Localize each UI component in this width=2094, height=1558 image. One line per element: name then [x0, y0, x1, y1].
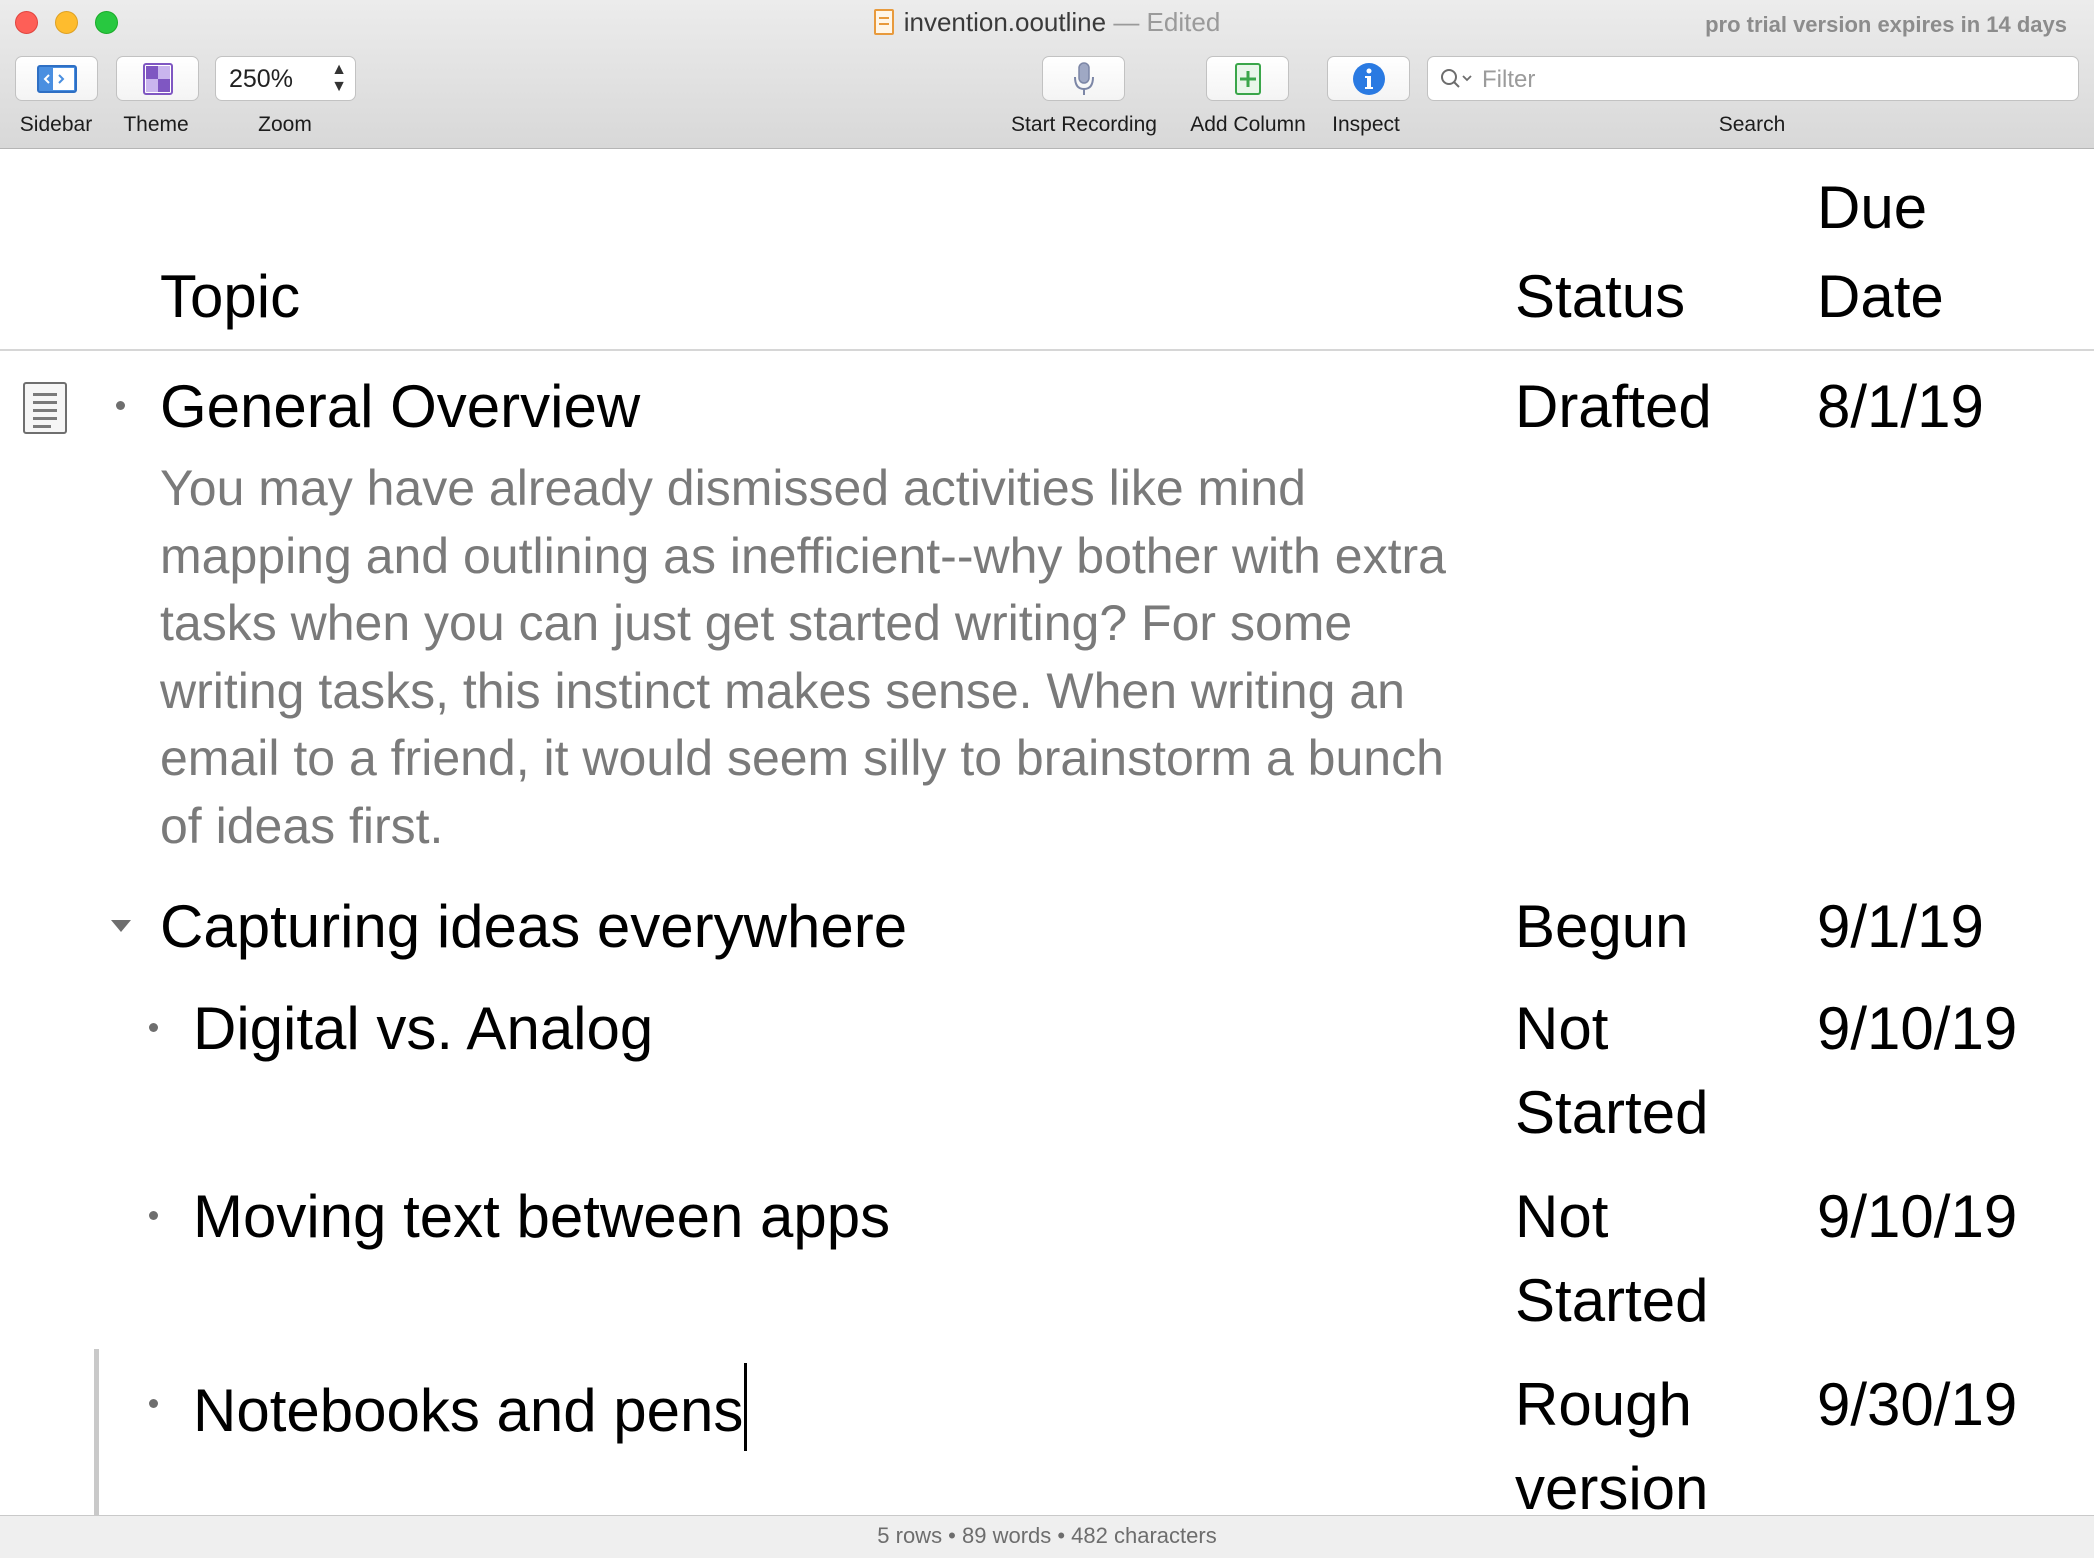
note-icon[interactable] — [23, 382, 67, 434]
row-topic[interactable]: Digital vs. Analog — [193, 987, 653, 1071]
text-cursor — [744, 1363, 748, 1451]
row-topic-editing[interactable]: Notebooks and pens — [193, 1363, 748, 1453]
bullet-icon[interactable] — [149, 1023, 158, 1032]
search-input[interactable] — [1480, 63, 2064, 96]
add-column-button[interactable] — [1206, 56, 1289, 101]
row-status[interactable]: Begun — [1515, 885, 1689, 969]
inspect-label: Inspect — [1332, 113, 1400, 136]
outline-view[interactable]: Topic Status Due Date General Overview D… — [0, 149, 2094, 1515]
row-status[interactable]: Drafted — [1515, 365, 1712, 449]
row-topic[interactable]: Notebooks and pens — [193, 1377, 743, 1444]
toolbar: invention.ooutline — Edited pro trial ve… — [0, 0, 2094, 149]
sidebar-button[interactable] — [15, 56, 98, 101]
document-stats: 5 rows • 89 words • 482 characters — [877, 1523, 1217, 1548]
start-recording-button[interactable] — [1042, 56, 1125, 101]
document-icon — [873, 9, 894, 35]
column-header-status[interactable]: Status — [1515, 253, 1685, 341]
search-field[interactable] — [1427, 56, 2079, 101]
selection-indicator — [94, 1349, 99, 1515]
zoom-label: Zoom — [258, 113, 312, 136]
row-due-date[interactable]: 9/1/19 — [1817, 885, 1984, 969]
inspect-button[interactable] — [1327, 56, 1410, 101]
disclosure-triangle-icon[interactable] — [111, 920, 131, 932]
row-note[interactable]: You may have already dismissed activitie… — [160, 455, 1450, 861]
row-due-date[interactable]: 9/10/19 — [1817, 1175, 2017, 1259]
row-topic[interactable]: Moving text between apps — [193, 1175, 890, 1259]
column-header-due-line2[interactable]: Date — [1817, 253, 1944, 341]
row-status[interactable]: Not Started — [1515, 1175, 1765, 1343]
theme-button[interactable] — [116, 56, 199, 101]
window-filename: invention.ooutline — [903, 7, 1107, 37]
bullet-icon[interactable] — [149, 1399, 158, 1408]
header-divider — [0, 349, 2094, 351]
row-due-date[interactable]: 9/30/19 — [1817, 1363, 2017, 1447]
theme-label: Theme — [123, 113, 189, 136]
edited-indicator: — Edited — [1113, 7, 1221, 37]
info-icon — [1352, 62, 1385, 95]
bullet-icon[interactable] — [116, 401, 125, 410]
sidebar-icon — [36, 64, 77, 93]
trial-notice: pro trial version expires in 14 days — [1705, 12, 2067, 37]
zoom-value: 250% — [229, 65, 293, 93]
sidebar-label: Sidebar — [19, 113, 93, 136]
column-header-topic[interactable]: Topic — [160, 253, 300, 341]
row-due-date[interactable]: 8/1/19 — [1817, 365, 1984, 449]
chevron-up-down-icon: ▲ ▼ — [331, 61, 347, 95]
add-column-icon — [1234, 62, 1261, 95]
bullet-icon[interactable] — [149, 1211, 158, 1220]
microphone-icon — [1073, 61, 1094, 95]
row-topic[interactable]: Capturing ideas everywhere — [160, 885, 907, 969]
search-label: Search — [1718, 113, 1786, 136]
zoom-select[interactable]: 250% ▲ ▼ — [215, 56, 356, 101]
add-column-label: Add Column — [1190, 113, 1306, 136]
column-header-due-line1[interactable]: Due — [1817, 164, 1927, 252]
start-recording-label: Start Recording — [1011, 113, 1157, 136]
search-icon — [1441, 69, 1472, 88]
theme-icon — [142, 62, 173, 95]
row-status[interactable]: Not Started — [1515, 987, 1765, 1155]
status-bar: 5 rows • 89 words • 482 characters — [0, 1515, 2094, 1558]
row-status[interactable]: Rough version — [1515, 1363, 1765, 1515]
row-due-date[interactable]: 9/10/19 — [1817, 987, 2017, 1071]
row-topic[interactable]: General Overview — [160, 365, 640, 449]
